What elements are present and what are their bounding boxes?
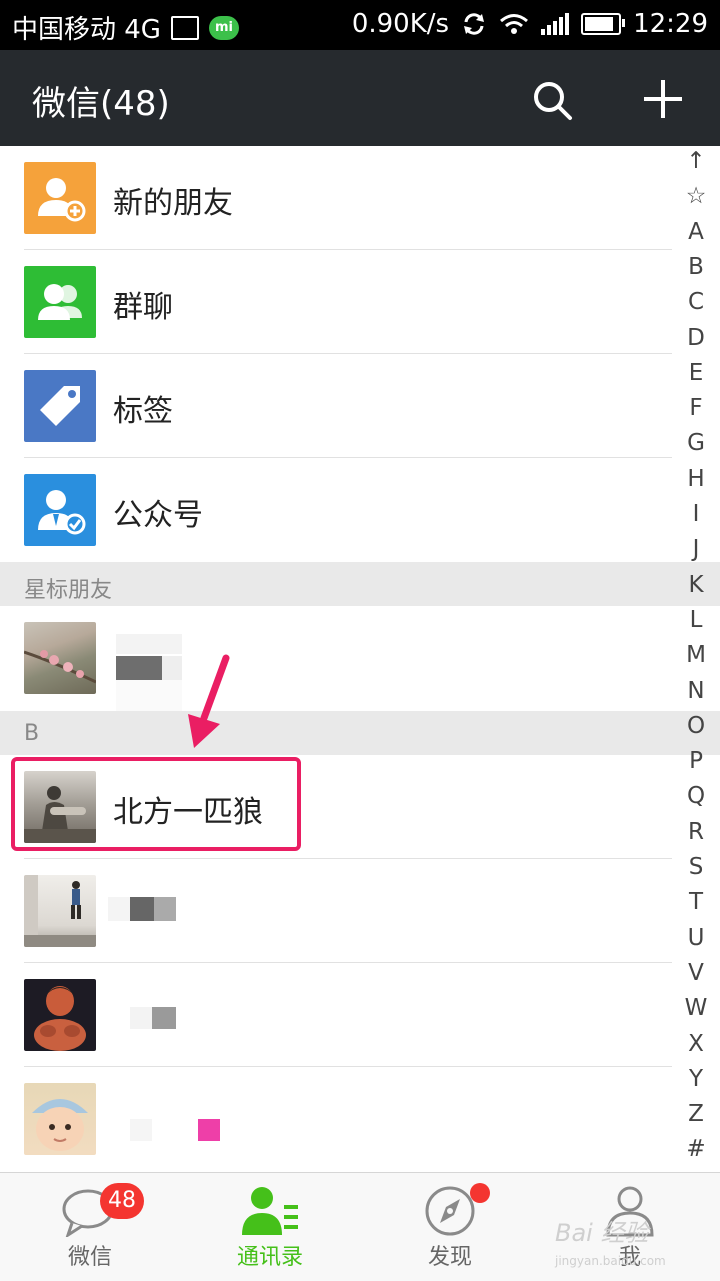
avatar <box>24 979 96 1051</box>
tab-discover[interactable]: 发现 <box>360 1173 540 1281</box>
index-letter[interactable]: B <box>672 254 720 280</box>
index-letter[interactable]: D <box>672 325 720 351</box>
group-chat-icon <box>24 266 96 338</box>
avatar <box>24 1083 96 1155</box>
official-accounts-item[interactable]: 公众号 <box>0 458 672 562</box>
official-account-icon <box>24 474 96 546</box>
index-letter[interactable]: F <box>672 395 720 421</box>
index-letter[interactable]: K <box>672 572 720 598</box>
tags-label: 标签 <box>113 394 173 429</box>
index-letter[interactable]: # <box>672 1136 720 1162</box>
add-friend-icon <box>24 162 96 234</box>
index-letter[interactable]: S <box>672 854 720 880</box>
index-letter[interactable]: X <box>672 1031 720 1057</box>
header: 微信(48) <box>0 50 720 146</box>
new-friends-item[interactable]: 新的朋友 <box>0 146 672 250</box>
index-letter[interactable]: M <box>672 642 720 668</box>
contact-item[interactable] <box>0 963 672 1067</box>
official-accounts-label: 公众号 <box>113 498 203 533</box>
tab-label: 发现 <box>427 1245 472 1270</box>
index-letter[interactable]: L <box>672 607 720 633</box>
section-title: 星标朋友 <box>24 578 113 603</box>
index-letter[interactable]: H <box>672 466 720 492</box>
blurred-name <box>108 897 178 921</box>
contacts-icon <box>242 1187 298 1235</box>
battery-icon <box>581 13 626 35</box>
blurred-name <box>130 1119 220 1141</box>
mi-talk-icon: mi <box>208 15 239 40</box>
wifi-icon <box>500 14 529 34</box>
index-letter[interactable]: V <box>672 960 720 986</box>
section-header-starred: 星标朋友 <box>0 562 720 606</box>
blurred-name <box>116 634 182 716</box>
section-title: B <box>24 721 40 746</box>
image-notification-icon <box>170 15 199 40</box>
group-chat-item[interactable]: 群聊 <box>0 250 672 354</box>
index-letter[interactable]: Q <box>672 783 720 809</box>
status-bar: 中国移动 4G mi 0.90K/s 12:29 <box>0 0 720 50</box>
page-title: 微信(48) <box>32 84 170 124</box>
contact-item[interactable] <box>0 1067 672 1171</box>
baidu-watermark: Bai 经验 jingyan.baidu.com <box>555 1219 666 1268</box>
highlight-box <box>11 757 301 851</box>
index-letter[interactable]: ☆ <box>672 183 720 209</box>
new-content-dot <box>470 1183 490 1203</box>
tags-item[interactable]: 标签 <box>0 354 672 458</box>
section-header-b: B <box>0 711 720 755</box>
avatar <box>24 875 96 947</box>
group-chat-label: 群聊 <box>113 290 173 325</box>
tab-label: 微信 <box>67 1245 112 1270</box>
tab-chats[interactable]: 48 微信 <box>0 1173 180 1281</box>
index-letter[interactable]: N <box>672 678 720 704</box>
pointer-arrow-icon <box>188 654 230 748</box>
tab-contacts[interactable]: 通讯录 <box>180 1173 360 1281</box>
alphabet-index[interactable]: ↑ ☆ A B C D E F G H I J K L M N O P Q R S T U V W X Y Z # <box>672 146 720 1172</box>
index-letter[interactable]: O <box>672 713 720 739</box>
avatar <box>24 622 96 694</box>
index-letter[interactable]: Z <box>672 1101 720 1127</box>
carrier-label: 中国移动 4G <box>12 15 161 45</box>
tab-bar: 48 微信 通讯录 发现 我 Bai 经验 jingyan.baidu.com <box>0 1172 720 1281</box>
unread-badge: 48 <box>100 1183 144 1219</box>
index-letter[interactable]: T <box>672 889 720 915</box>
clock: 12:29 <box>633 9 708 39</box>
add-icon[interactable] <box>640 76 686 122</box>
new-friends-label: 新的朋友 <box>113 186 233 221</box>
contact-item[interactable] <box>0 606 672 716</box>
index-letter[interactable]: P <box>672 748 720 774</box>
index-letter[interactable]: A <box>672 219 720 245</box>
index-letter[interactable]: G <box>672 430 720 456</box>
sync-icon <box>464 13 485 35</box>
index-letter[interactable]: U <box>672 925 720 951</box>
index-letter[interactable]: W <box>672 995 720 1021</box>
index-letter[interactable]: R <box>672 819 720 845</box>
index-letter[interactable]: E <box>672 360 720 386</box>
contact-item[interactable] <box>0 859 672 963</box>
index-letter[interactable]: Y <box>672 1066 720 1092</box>
index-letter[interactable]: C <box>672 289 720 315</box>
signal-icon <box>541 13 570 35</box>
search-icon[interactable] <box>530 78 574 122</box>
blurred-name <box>130 1007 176 1029</box>
tab-label: 通讯录 <box>236 1245 303 1270</box>
index-letter[interactable]: I <box>672 501 720 527</box>
index-letter[interactable]: ↑ <box>672 148 720 174</box>
index-letter[interactable]: J <box>672 536 720 562</box>
tag-icon <box>24 370 96 442</box>
network-speed: 0.90K/s <box>351 9 450 39</box>
